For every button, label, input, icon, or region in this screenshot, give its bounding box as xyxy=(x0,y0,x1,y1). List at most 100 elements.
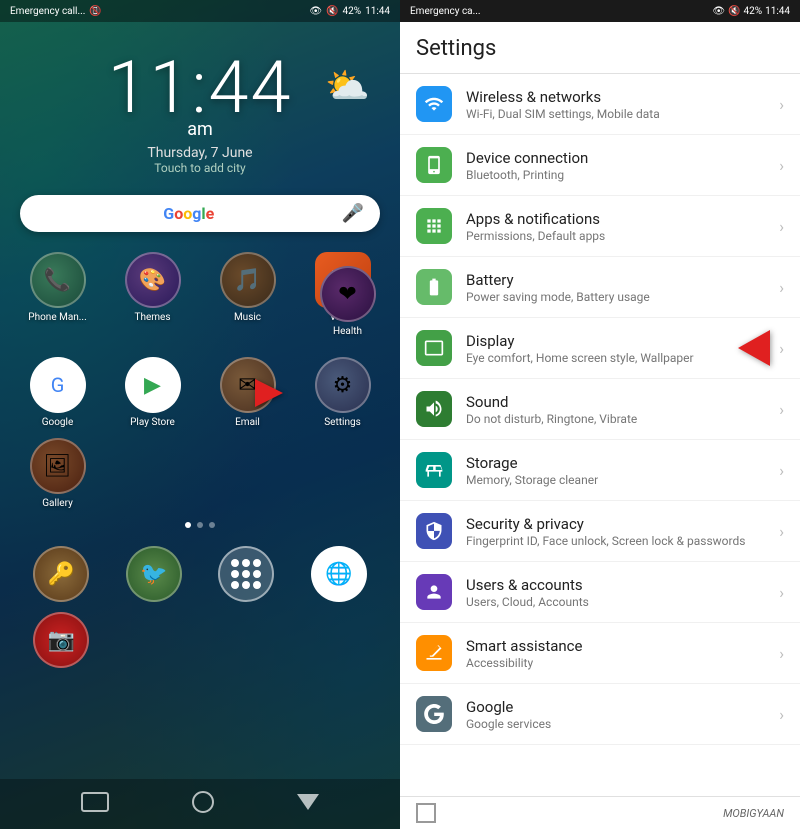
themes-icon: 🎨 xyxy=(125,252,181,308)
settings-item-display[interactable]: Display Eye comfort, Home screen style, … xyxy=(400,318,800,379)
time-left: 11:44 xyxy=(365,6,390,17)
mic-icon[interactable]: 🎤 xyxy=(342,203,364,224)
music-icon: 🎵 xyxy=(220,252,276,308)
bottom-checkbox xyxy=(416,803,436,823)
app-grid-row2: G Google ▶ Play Store ✉ Email ⚙ Settings… xyxy=(0,352,400,514)
app-item-gallery[interactable]: 🖼 Gallery xyxy=(15,438,100,509)
battery-name: Battery xyxy=(466,271,771,289)
battery-right: 42% xyxy=(744,6,763,17)
emergency-call-label: Emergency call... xyxy=(10,6,85,17)
sound-icon xyxy=(416,391,452,427)
battery-text: Battery Power saving mode, Battery usage xyxy=(466,271,771,304)
dock-item-chrome[interactable]: 🌐 xyxy=(298,546,381,602)
app-item-playstore[interactable]: ▶ Play Store xyxy=(110,357,195,428)
google-settings-sub: Google services xyxy=(466,717,771,731)
wireless-text: Wireless & networks Wi-Fi, Dual SIM sett… xyxy=(466,88,771,121)
date-label: Thursday, 7 June xyxy=(0,145,400,161)
settings-item-smart[interactable]: Smart assistance Accessibility › xyxy=(400,623,800,684)
all-apps-icon xyxy=(218,546,274,602)
google-app-icon: G xyxy=(30,357,86,413)
settings-title: Settings xyxy=(416,36,784,61)
display-sub: Eye comfort, Home screen style, Wallpape… xyxy=(466,351,771,365)
device-name: Device connection xyxy=(466,149,771,167)
phone-manager-icon: 📞 xyxy=(30,252,86,308)
sound-sub: Do not disturb, Ringtone, Vibrate xyxy=(466,412,771,426)
google-search-bar[interactable]: Google 🎤 xyxy=(20,195,380,232)
users-chevron: › xyxy=(779,583,784,602)
users-sub: Users, Cloud, Accounts xyxy=(466,595,771,609)
eye-icon: 👁 xyxy=(309,6,322,17)
battery-icon xyxy=(416,269,452,305)
app-item-settings[interactable]: ⚙ Settings xyxy=(300,357,385,428)
google-settings-chevron: › xyxy=(779,705,784,724)
settings-item-wireless[interactable]: Wireless & networks Wi-Fi, Dual SIM sett… xyxy=(400,74,800,135)
back-button[interactable] xyxy=(297,794,319,810)
smart-text: Smart assistance Accessibility xyxy=(466,637,771,670)
battery-sub: Power saving mode, Battery usage xyxy=(466,290,771,304)
dock: 🔑 🐦 🌐 📷 xyxy=(0,541,400,673)
themes-label: Themes xyxy=(134,312,170,323)
device-sub: Bluetooth, Printing xyxy=(466,168,771,182)
app-item-phone-manager[interactable]: 📞 Phone Man... xyxy=(15,252,100,323)
app-item-music[interactable]: 🎵 Music xyxy=(205,252,290,323)
dock-item-2[interactable]: 🐦 xyxy=(113,546,196,602)
google-logo: Google xyxy=(36,204,342,223)
lock-time: 11:44 am Thursday, 7 June Touch to add c… xyxy=(0,22,400,180)
security-name: Security & privacy xyxy=(466,515,771,533)
mute-icon-right: 🔇 xyxy=(728,6,740,17)
home-button[interactable] xyxy=(192,791,214,813)
settings-item-apps[interactable]: Apps & notifications Permissions, Defaul… xyxy=(400,196,800,257)
recents-button[interactable] xyxy=(81,792,109,812)
wireless-sub: Wi-Fi, Dual SIM settings, Mobile data xyxy=(466,107,771,121)
dock-item-apps[interactable] xyxy=(205,546,288,602)
google-app-label: Google xyxy=(42,417,74,428)
settings-item-storage[interactable]: Storage Memory, Storage cleaner › xyxy=(400,440,800,501)
app-item-google[interactable]: G Google xyxy=(15,357,100,428)
settings-item-users[interactable]: Users & accounts Users, Cloud, Accounts … xyxy=(400,562,800,623)
battery-left: 42% xyxy=(343,6,362,17)
clock-display: 11:44 xyxy=(0,52,400,124)
settings-item-google[interactable]: Google Google services › xyxy=(400,684,800,745)
dock-item-camera[interactable]: 📷 xyxy=(20,612,103,668)
settings-item-battery[interactable]: Battery Power saving mode, Battery usage… xyxy=(400,257,800,318)
display-text: Display Eye comfort, Home screen style, … xyxy=(466,332,771,365)
page-indicators xyxy=(0,522,400,528)
right-panel: Emergency ca... 👁 🔇 42% 11:44 Settings W… xyxy=(400,0,800,829)
storage-name: Storage xyxy=(466,454,771,472)
settings-app-label: Settings xyxy=(324,417,361,428)
display-name: Display xyxy=(466,332,771,350)
gallery-icon: 🖼 xyxy=(30,438,86,494)
settings-item-device[interactable]: Device connection Bluetooth, Printing › xyxy=(400,135,800,196)
google-settings-text: Google Google services xyxy=(466,698,771,731)
storage-text: Storage Memory, Storage cleaner xyxy=(466,454,771,487)
eye-icon-right: 👁 xyxy=(712,6,725,17)
wireless-chevron: › xyxy=(779,95,784,114)
wireless-icon xyxy=(416,86,452,122)
users-name: Users & accounts xyxy=(466,576,771,594)
dock-item-1[interactable]: 🔑 xyxy=(20,546,103,602)
dock-icon-2: 🐦 xyxy=(126,546,182,602)
playstore-icon: ▶ xyxy=(125,357,181,413)
device-icon xyxy=(416,147,452,183)
settings-item-sound[interactable]: Sound Do not disturb, Ringtone, Vibrate … xyxy=(400,379,800,440)
display-icon xyxy=(416,330,452,366)
sound-chevron: › xyxy=(779,400,784,419)
notification-icon: 📵 xyxy=(89,6,101,17)
smart-sub: Accessibility xyxy=(466,656,771,670)
smart-icon xyxy=(416,635,452,671)
app-item-health[interactable]: ❤ Health xyxy=(295,266,400,337)
battery-chevron: › xyxy=(779,278,784,297)
bottom-bar: MOBIGYAAN xyxy=(400,796,800,829)
am-pm-label: am xyxy=(0,119,400,140)
google-settings-icon xyxy=(416,696,452,732)
users-text: Users & accounts Users, Cloud, Accounts xyxy=(466,576,771,609)
apps-chevron: › xyxy=(779,217,784,236)
chrome-icon: 🌐 xyxy=(311,546,367,602)
app-item-themes[interactable]: 🎨 Themes xyxy=(110,252,195,323)
dock-icon-1: 🔑 xyxy=(33,546,89,602)
status-bar-right: Emergency ca... 👁 🔇 42% 11:44 xyxy=(400,0,800,22)
settings-item-security[interactable]: Security & privacy Fingerprint ID, Face … xyxy=(400,501,800,562)
device-text: Device connection Bluetooth, Printing xyxy=(466,149,771,182)
phone-manager-label: Phone Man... xyxy=(28,312,86,323)
mute-icon: 🔇 xyxy=(326,6,338,17)
